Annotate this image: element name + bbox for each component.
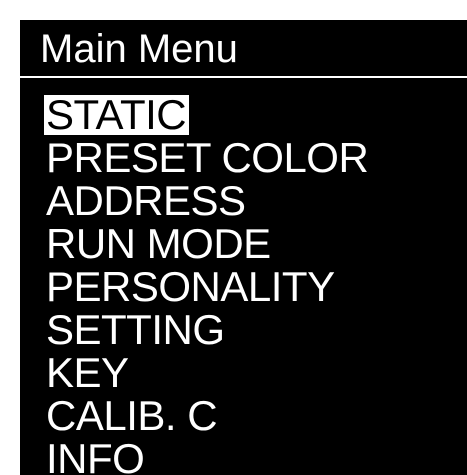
title-divider	[20, 76, 467, 78]
menu-item-address[interactable]: ADDRESS	[44, 179, 371, 222]
menu-item-static[interactable]: STATIC	[44, 93, 371, 136]
menu-item-preset-color[interactable]: PRESET COLOR	[44, 136, 371, 179]
menu-item-label: SETTING	[46, 306, 225, 353]
menu-item-label: KEY	[46, 349, 129, 396]
menu-item-personality[interactable]: PERSONALITY	[44, 265, 371, 308]
main-menu-list: STATIC PRESET COLOR ADDRESS RUN MODE PER…	[44, 93, 371, 475]
menu-item-info[interactable]: INFO	[44, 437, 371, 475]
menu-item-run-mode[interactable]: RUN MODE	[44, 222, 371, 265]
menu-item-calib-c[interactable]: CALIB. C	[44, 394, 371, 437]
menu-item-label: PERSONALITY	[46, 263, 335, 310]
menu-item-setting[interactable]: SETTING	[44, 308, 371, 351]
menu-item-label: PRESET COLOR	[46, 134, 369, 181]
menu-item-label: INFO	[46, 435, 145, 475]
menu-item-label: CALIB. C	[46, 392, 218, 439]
menu-item-label: STATIC	[44, 94, 190, 136]
menu-item-label: RUN MODE	[46, 220, 271, 267]
page-title: Main Menu	[40, 27, 238, 71]
display-screen: Main Menu STATIC PRESET COLOR ADDRESS RU…	[20, 20, 467, 475]
menu-item-key[interactable]: KEY	[44, 351, 371, 394]
menu-item-label: ADDRESS	[46, 177, 246, 224]
